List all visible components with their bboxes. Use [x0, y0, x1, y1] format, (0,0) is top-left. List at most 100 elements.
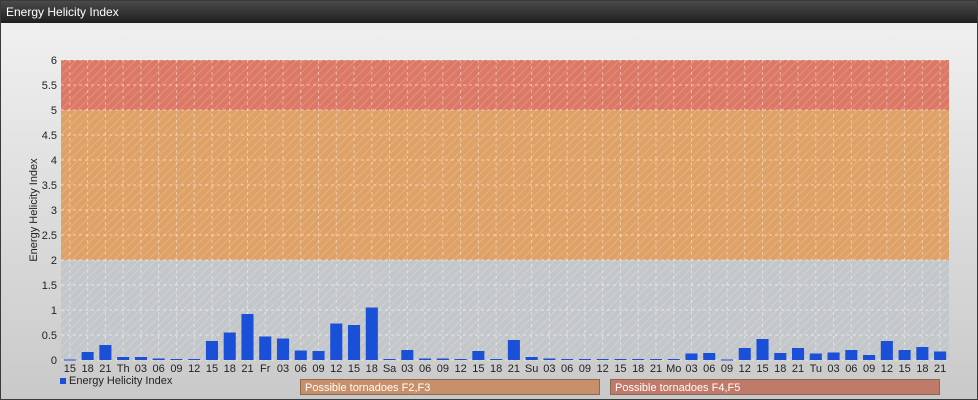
bar — [578, 359, 591, 360]
x-tick-label: 12 — [881, 363, 893, 375]
y-axis-label: Energy Helicity Index — [28, 158, 40, 262]
x-tick-label: 21 — [99, 363, 111, 375]
x-tick-label: 06 — [845, 363, 857, 375]
x-tick-label: 06 — [419, 363, 431, 375]
bar — [774, 353, 787, 360]
bar — [152, 358, 165, 360]
bar — [348, 325, 361, 360]
x-tick-label: 15 — [898, 363, 910, 375]
x-tick-label: Tu — [810, 363, 822, 375]
x-tick-label: 06 — [295, 363, 307, 375]
bar — [880, 341, 893, 360]
y-tick-label: 5 — [51, 105, 57, 117]
x-tick-label: 12 — [454, 363, 466, 375]
bar — [649, 359, 662, 360]
bar — [401, 350, 414, 360]
x-tick-label: 15 — [472, 363, 484, 375]
x-tick-label: 18 — [632, 363, 644, 375]
bar — [703, 353, 716, 360]
band-label-f2f3: Possible tornadoes F2,F3 — [300, 379, 600, 395]
x-tick-label: 15 — [348, 363, 360, 375]
y-tick-label: 4.5 — [42, 130, 57, 142]
x-tick-label: 15 — [64, 363, 76, 375]
bar — [632, 359, 645, 360]
x-tick-label: 21 — [650, 363, 662, 375]
legend-label: Energy Helicity Index — [69, 375, 173, 387]
x-tick-label: 18 — [916, 363, 928, 375]
x-tick-label: 03 — [827, 363, 839, 375]
bar — [490, 359, 503, 360]
x-tick-label: Fr — [260, 363, 271, 375]
x-tick-label: 15 — [614, 363, 626, 375]
bar — [916, 347, 929, 360]
bar — [827, 352, 840, 360]
x-tick-label: 12 — [739, 363, 751, 375]
x-tick-label: Th — [117, 363, 130, 375]
x-tick-label: 06 — [561, 363, 573, 375]
y-tick-label: 6 — [51, 55, 57, 67]
bar — [561, 359, 574, 360]
ehi-chart: 0 0.5 1 1.5 2 2.5 3 3.5 4 4.5 5 5.5 6 15 18 21 Th 03 06 09… — [28, 55, 949, 375]
x-tick-label: 18 — [82, 363, 94, 375]
bar — [365, 307, 378, 360]
bar — [294, 350, 307, 360]
x-tick-label: 03 — [685, 363, 697, 375]
x-tick-label: 18 — [490, 363, 502, 375]
bar — [472, 351, 485, 360]
bar — [596, 359, 609, 360]
bar — [276, 338, 290, 360]
bar — [259, 336, 272, 360]
bar — [99, 345, 112, 360]
y-tick-label: 0 — [51, 355, 57, 367]
y-tick-label: 4 — [51, 155, 57, 167]
bar — [188, 359, 201, 360]
x-tick-label: 21 — [241, 363, 253, 375]
x-tick-label: Mo — [666, 363, 681, 375]
y-tick-label: 3.5 — [42, 180, 57, 192]
band-label-f4f5: Possible tornadoes F4,F5 — [610, 379, 940, 395]
bar — [330, 323, 343, 360]
bar — [756, 339, 769, 360]
bar — [63, 359, 76, 361]
bar — [170, 359, 183, 360]
x-tick-label: Sa — [383, 363, 397, 375]
bar — [614, 359, 627, 360]
bar — [241, 314, 254, 360]
bar — [934, 351, 947, 360]
x-tick-label: 18 — [366, 363, 378, 375]
x-tick-label: 15 — [206, 363, 218, 375]
x-tick-label: 21 — [508, 363, 520, 375]
bar — [667, 359, 680, 360]
x-tick-label: 03 — [401, 363, 413, 375]
x-tick-label: Su — [525, 363, 538, 375]
x-tick-label: 12 — [330, 363, 342, 375]
bar — [223, 332, 236, 360]
x-tick-label: 03 — [543, 363, 555, 375]
bar — [436, 358, 449, 360]
bar — [205, 341, 218, 360]
bar — [117, 357, 130, 360]
y-tick-label: 2 — [51, 255, 57, 267]
x-tick-label: 21 — [792, 363, 804, 375]
x-tick-label: 09 — [579, 363, 591, 375]
bar — [738, 348, 751, 360]
x-tick-label: 09 — [721, 363, 733, 375]
bar — [454, 359, 467, 360]
bar — [898, 350, 911, 360]
x-tick-label: 03 — [277, 363, 289, 375]
bar — [419, 358, 432, 360]
bar — [134, 357, 147, 360]
bar — [720, 359, 734, 361]
legend: Energy Helicity Index — [60, 375, 172, 387]
x-tick-label: 12 — [188, 363, 200, 375]
x-tick-label: 06 — [703, 363, 715, 375]
bar — [81, 352, 94, 360]
x-tick-label: 21 — [934, 363, 946, 375]
y-tick-label: 2.5 — [42, 230, 57, 242]
bar — [525, 357, 538, 360]
x-tick-label: 06 — [153, 363, 165, 375]
y-tick-label: 0.5 — [42, 330, 57, 342]
x-tick-label: 15 — [756, 363, 768, 375]
bar — [792, 348, 805, 360]
bar — [845, 350, 858, 360]
